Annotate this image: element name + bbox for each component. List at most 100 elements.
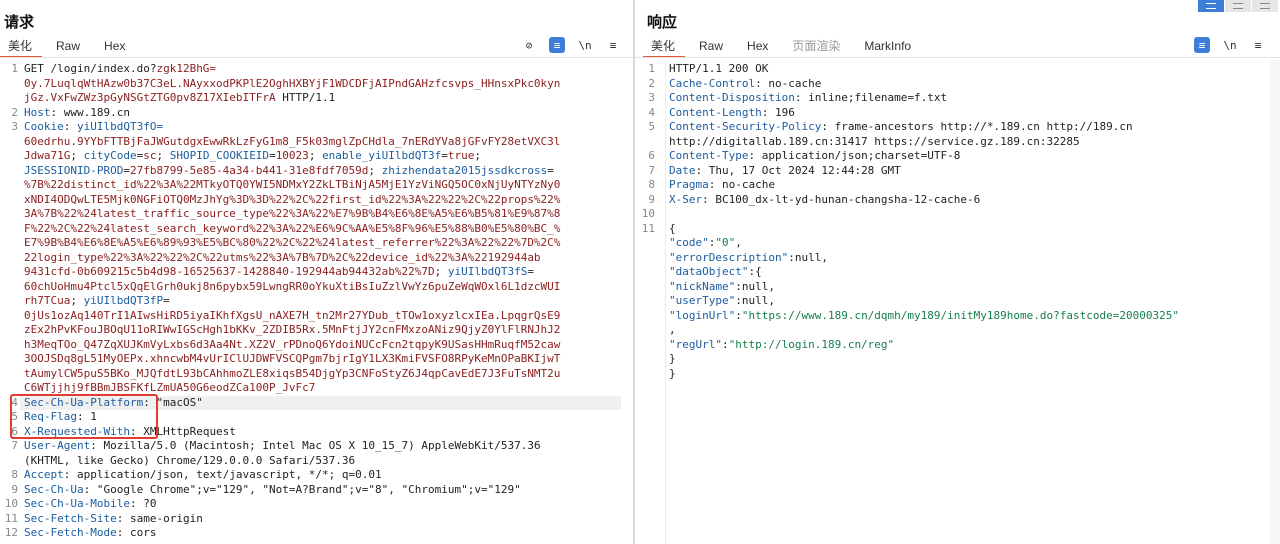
code-line: 8 Accept: application/json, text/javascri…: [0, 468, 633, 483]
code-token: Content-Length: [669, 105, 762, 119]
request-editor[interactable]: 1 GET /login/index.do?zgk12BhG= 0y.7LuqlqW…: [0, 60, 633, 544]
code-text: "loginUrl":"https://www.189.cn/dqmh/my18…: [669, 309, 1179, 324]
code-line: 4 Content-Length: 196: [635, 106, 1280, 121]
code-token: HTTP/1.1: [275, 91, 336, 104]
code-token: : 196: [761, 105, 795, 119]
code-token: 10023: [275, 149, 309, 162]
code-token: HTTP/1.1 200 OK: [669, 62, 769, 75]
code-line: (KHTML, like Gecko) Chrome/129.0.0.0 Saf…: [0, 454, 633, 469]
code-text: F%22%2C%22%24latest_search_keyword%22%3A…: [24, 222, 560, 237]
code-token: C6WTjjhj9fBBmJBSFKfLZmUA50G6eodZCa100P_J…: [24, 381, 316, 394]
code-token: "loginUrl": [669, 308, 736, 322]
code-token: : no-cache: [708, 178, 775, 191]
code-text: Cookie: yiUIlbdQT3fO=: [24, 120, 163, 135]
code-token: h3MeqTOo_Q47ZqXUJKmVyLxbs6d3Aa4Nt.XZ2V_r…: [24, 337, 561, 351]
request-tab-pretty[interactable]: 美化: [0, 36, 48, 58]
request-tab-raw[interactable]: Raw: [48, 36, 96, 58]
code-text: 0y.7LuqlqWtHAzw0b37C3eL.NAyxxodPKPlE2Ogh…: [24, 77, 560, 92]
code-token: yiUIlbdQT3fS: [447, 265, 528, 278]
code-text: 3A%7B%22%24latest_traffic_source_type%22…: [24, 207, 560, 222]
wrap-lines-icon[interactable]: ≡: [1194, 37, 1210, 53]
code-text: Sec-Ch-Ua: "Google Chrome";v="129", "Not…: [24, 483, 521, 498]
code-line: "dataObject":{: [635, 265, 1280, 280]
code-token: http://digitallab.189.cn:31417 https://s…: [669, 134, 1080, 148]
code-token: Content-Disposition: [669, 91, 795, 104]
response-scrollbar[interactable]: [1270, 60, 1280, 544]
code-token: }: [669, 352, 676, 365]
response-tab-hex[interactable]: Hex: [739, 36, 784, 58]
code-line: }: [635, 352, 1280, 367]
response-tab-raw[interactable]: Raw: [691, 36, 739, 58]
code-token: X-Ser: [669, 192, 703, 206]
code-line: 9431cfd-0b609215c5b4d98-16525637-1428840…: [0, 265, 633, 280]
code-line: zEx2hPvKFouJBOqU11oRIWwIGScHgh1bKKv_2ZDI…: [0, 323, 633, 338]
code-text: GET /login/index.do?zgk12BhG=: [24, 62, 216, 77]
eye-off-icon[interactable]: ⊘: [521, 37, 537, 53]
code-token: : same-origin: [116, 511, 203, 525]
code-token: 9431cfd-0b609215c5b4d98-16525637-1428840…: [24, 265, 435, 278]
code-token: %7B%22distinct_id%22%3A%22MTkyOTQ0YWI5ND…: [24, 178, 561, 191]
code-token: : frame-ancestors http://*.189.cn http:/…: [821, 120, 1133, 133]
code-token: :null,: [735, 279, 775, 293]
code-token: 0jUs1ozAq140TrI1AIwsHiRD5iyaIKhfXgsU_nAX…: [24, 308, 561, 322]
code-token: : ?0: [129, 497, 157, 510]
code-text: Jdwa71G; cityCode=sc; SHOPID_COOKIEID=10…: [24, 149, 481, 164]
line-number: 7: [11, 439, 18, 452]
request-tab-hex[interactable]: Hex: [96, 36, 141, 58]
code-line: 6 Content-Type: application/json;charset=…: [635, 149, 1280, 164]
code-line: 22login_type%22%3A%22%22%2C%22utms%22%3A…: [0, 251, 633, 266]
layout-rows-icon[interactable]: [1225, 0, 1251, 12]
menu-icon[interactable]: ≡: [1250, 37, 1266, 53]
code-token: JSESSIONID-PROD: [24, 163, 124, 177]
code-text: ,: [669, 323, 676, 338]
code-token: : Mozilla/5.0 (Macintosh; Intel Mac OS X…: [90, 439, 541, 452]
response-tab-markinfo[interactable]: MarkInfo: [856, 36, 927, 58]
layout-single-icon[interactable]: [1252, 0, 1278, 12]
code-token: :: [721, 337, 729, 351]
menu-icon[interactable]: ≡: [605, 37, 621, 53]
code-token: SHOPID_COOKIEID: [169, 149, 270, 162]
code-line: http://digitallab.189.cn:31417 https://s…: [635, 135, 1280, 150]
code-line: Jdwa71G; cityCode=sc; SHOPID_COOKIEID=10…: [0, 149, 633, 164]
code-token: ;: [434, 265, 448, 278]
request-toolbar: ⊘ ≡ \n ≡: [521, 37, 621, 53]
line-number: 9: [11, 482, 18, 496]
code-token: ;: [308, 149, 323, 162]
layout-columns-icon[interactable]: [1198, 0, 1224, 12]
request-tabs: 美化 Raw Hex: [0, 36, 141, 58]
response-editor[interactable]: 1 HTTP/1.1 200 OK 2 Cache-Control: no-cache…: [635, 60, 1280, 544]
code-text: "regUrl":"http://login.189.cn/reg": [669, 338, 894, 353]
code-line: 12 Sec-Fetch-Mode: cors: [0, 526, 633, 541]
code-token: 3OOJSDq8gL51MyOEPx.xhncwbM4vUrIClUJDWFVS…: [24, 352, 561, 365]
code-text: }: [669, 352, 676, 367]
code-token: F%22%2C%22%24latest_search_keyword%22%3A…: [24, 221, 561, 235]
code-line: 5 Content-Security-Policy: frame-ancestor…: [635, 120, 1280, 135]
newline-toggle-icon[interactable]: \n: [577, 37, 593, 53]
code-token: "nickName": [669, 279, 736, 293]
code-text: "nickName":null,: [669, 280, 775, 295]
newline-toggle-icon[interactable]: \n: [1222, 37, 1238, 53]
response-tab-render[interactable]: 页面渲染: [784, 36, 856, 58]
wrap-lines-icon[interactable]: ≡: [549, 37, 565, 53]
code-line: 0jUs1ozAq140TrI1AIwsHiRD5iyaIKhfXgsU_nAX…: [0, 309, 633, 324]
code-token: :: [63, 120, 77, 133]
code-token: :: [735, 308, 742, 322]
code-text: xNDI4ODQwLTE5Mjk0NGFiOTQ0MzJhYg%3D%3D%22…: [24, 193, 560, 208]
code-token: "https://www.189.cn/dqmh/my189/initMy189…: [741, 308, 1179, 322]
code-token: : www.189.cn: [50, 105, 130, 119]
code-token: Sec-Fetch-Site: [24, 511, 117, 525]
code-line: %7B%22distinct_id%22%3A%22MTkyOTQ0YWI5ND…: [0, 178, 633, 193]
code-text: Content-Disposition: inline;filename=f.t…: [669, 91, 947, 106]
code-text: Accept: application/json, text/javascrip…: [24, 468, 382, 483]
code-text: "errorDescription":null,: [669, 251, 828, 266]
code-text: Host: www.189.cn: [24, 106, 130, 121]
response-tab-pretty[interactable]: 美化: [643, 36, 691, 58]
code-text: "userType":null,: [669, 294, 775, 309]
code-line: 11 {: [635, 222, 1280, 237]
code-token: yiUIlbdQT3fO=: [77, 120, 164, 133]
code-token: : Thu, 17 Oct 2024 12:44:28 GMT: [695, 163, 901, 177]
code-text: "code":"0",: [669, 236, 742, 251]
code-token: (KHTML, like Gecko) Chrome/129.0.0.0 Saf…: [24, 453, 356, 467]
code-token: cityCode: [83, 149, 137, 162]
code-line: 9 X-Ser: BC100_dx-lt-yd-hunan-changsha-12…: [635, 193, 1280, 208]
